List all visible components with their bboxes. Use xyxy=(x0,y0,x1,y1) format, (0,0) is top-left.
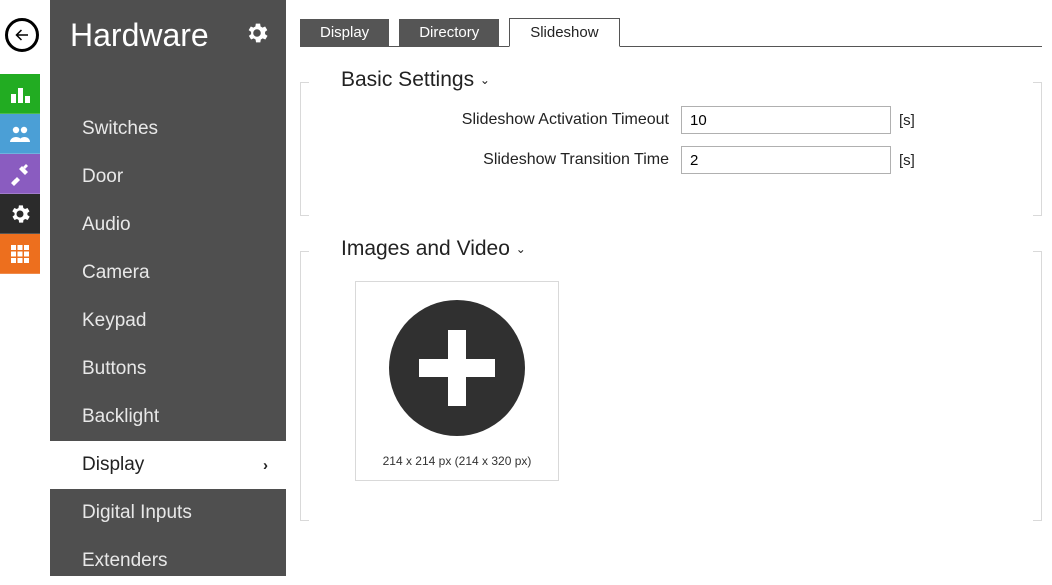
section-images-video: Images and Video ⌄ 214 x 214 px (214 x 3… xyxy=(300,251,1042,521)
row-activation-timeout: Slideshow Activation Timeout [s] xyxy=(341,106,1001,134)
sidebar-item-buttons[interactable]: Buttons xyxy=(50,345,286,393)
sidebar-header: Hardware xyxy=(50,0,286,70)
label-activation-timeout: Slideshow Activation Timeout xyxy=(341,111,681,129)
section-title-media[interactable]: Images and Video ⌄ xyxy=(341,237,534,261)
content-area: Display Directory Slideshow Basic Settin… xyxy=(300,0,1042,576)
sidebar-item-extenders[interactable]: Extenders xyxy=(50,537,286,585)
row-transition-time: Slideshow Transition Time [s] xyxy=(341,146,1001,174)
sidebar-item-label: Extenders xyxy=(82,550,168,572)
add-image-placeholder[interactable]: 214 x 214 px (214 x 320 px) xyxy=(355,281,559,481)
plus-circle-icon xyxy=(389,300,525,436)
sidebar-item-label: Buttons xyxy=(82,358,146,380)
rail-users-icon[interactable] xyxy=(0,114,40,154)
sidebar-item-display[interactable]: Display › xyxy=(50,441,286,489)
section-title-basic[interactable]: Basic Settings ⌄ xyxy=(341,68,498,92)
placeholder-caption: 214 x 214 px (214 x 320 px) xyxy=(383,454,532,468)
chevron-down-icon: ⌄ xyxy=(516,242,526,256)
sidebar-item-label: Digital Inputs xyxy=(82,502,192,524)
sidebar-item-label: Switches xyxy=(82,118,158,140)
rail-grid-icon[interactable] xyxy=(0,234,40,274)
gear-icon[interactable] xyxy=(244,20,270,51)
tab-slideshow[interactable]: Slideshow xyxy=(509,18,619,47)
chevron-down-icon: ⌄ xyxy=(480,73,490,87)
sidebar-item-keypad[interactable]: Keypad xyxy=(50,297,286,345)
input-transition-time[interactable] xyxy=(681,146,891,174)
chevron-right-icon: › xyxy=(263,457,268,474)
unit-activation-timeout: [s] xyxy=(891,112,915,129)
label-transition-time: Slideshow Transition Time xyxy=(341,151,681,169)
sidebar-item-door[interactable]: Door xyxy=(50,153,286,201)
tab-display[interactable]: Display xyxy=(300,19,389,46)
back-button[interactable] xyxy=(5,18,39,52)
sidebar-item-label: Display xyxy=(82,454,144,476)
sidebar-item-camera[interactable]: Camera xyxy=(50,249,286,297)
sidebar-item-label: Audio xyxy=(82,214,131,236)
sidebar-item-label: Door xyxy=(82,166,123,188)
back-arrow-icon xyxy=(13,26,31,44)
icon-rail xyxy=(0,74,40,274)
sidebar-item-digital-inputs[interactable]: Digital Inputs xyxy=(50,489,286,537)
rail-stats-icon[interactable] xyxy=(0,74,40,114)
unit-transition-time: [s] xyxy=(891,152,915,169)
rail-gear-icon[interactable] xyxy=(0,194,40,234)
sidebar-item-label: Backlight xyxy=(82,406,159,428)
sidebar-item-audio[interactable]: Audio xyxy=(50,201,286,249)
tab-directory[interactable]: Directory xyxy=(399,19,499,46)
page-title: Hardware xyxy=(70,17,209,54)
sidebar-item-label: Keypad xyxy=(82,310,146,332)
sidebar: Hardware Switches Door Audio Camera Keyp… xyxy=(50,0,286,576)
rail-tools-icon[interactable] xyxy=(0,154,40,194)
sidebar-menu: Switches Door Audio Camera Keypad Button… xyxy=(50,70,286,585)
sidebar-item-backlight[interactable]: Backlight xyxy=(50,393,286,441)
sidebar-item-switches[interactable]: Switches xyxy=(50,105,286,153)
sidebar-item-label: Camera xyxy=(82,262,150,284)
section-basic-settings: Basic Settings ⌄ Slideshow Activation Ti… xyxy=(300,82,1042,216)
tab-bar: Display Directory Slideshow xyxy=(300,18,1042,47)
input-activation-timeout[interactable] xyxy=(681,106,891,134)
